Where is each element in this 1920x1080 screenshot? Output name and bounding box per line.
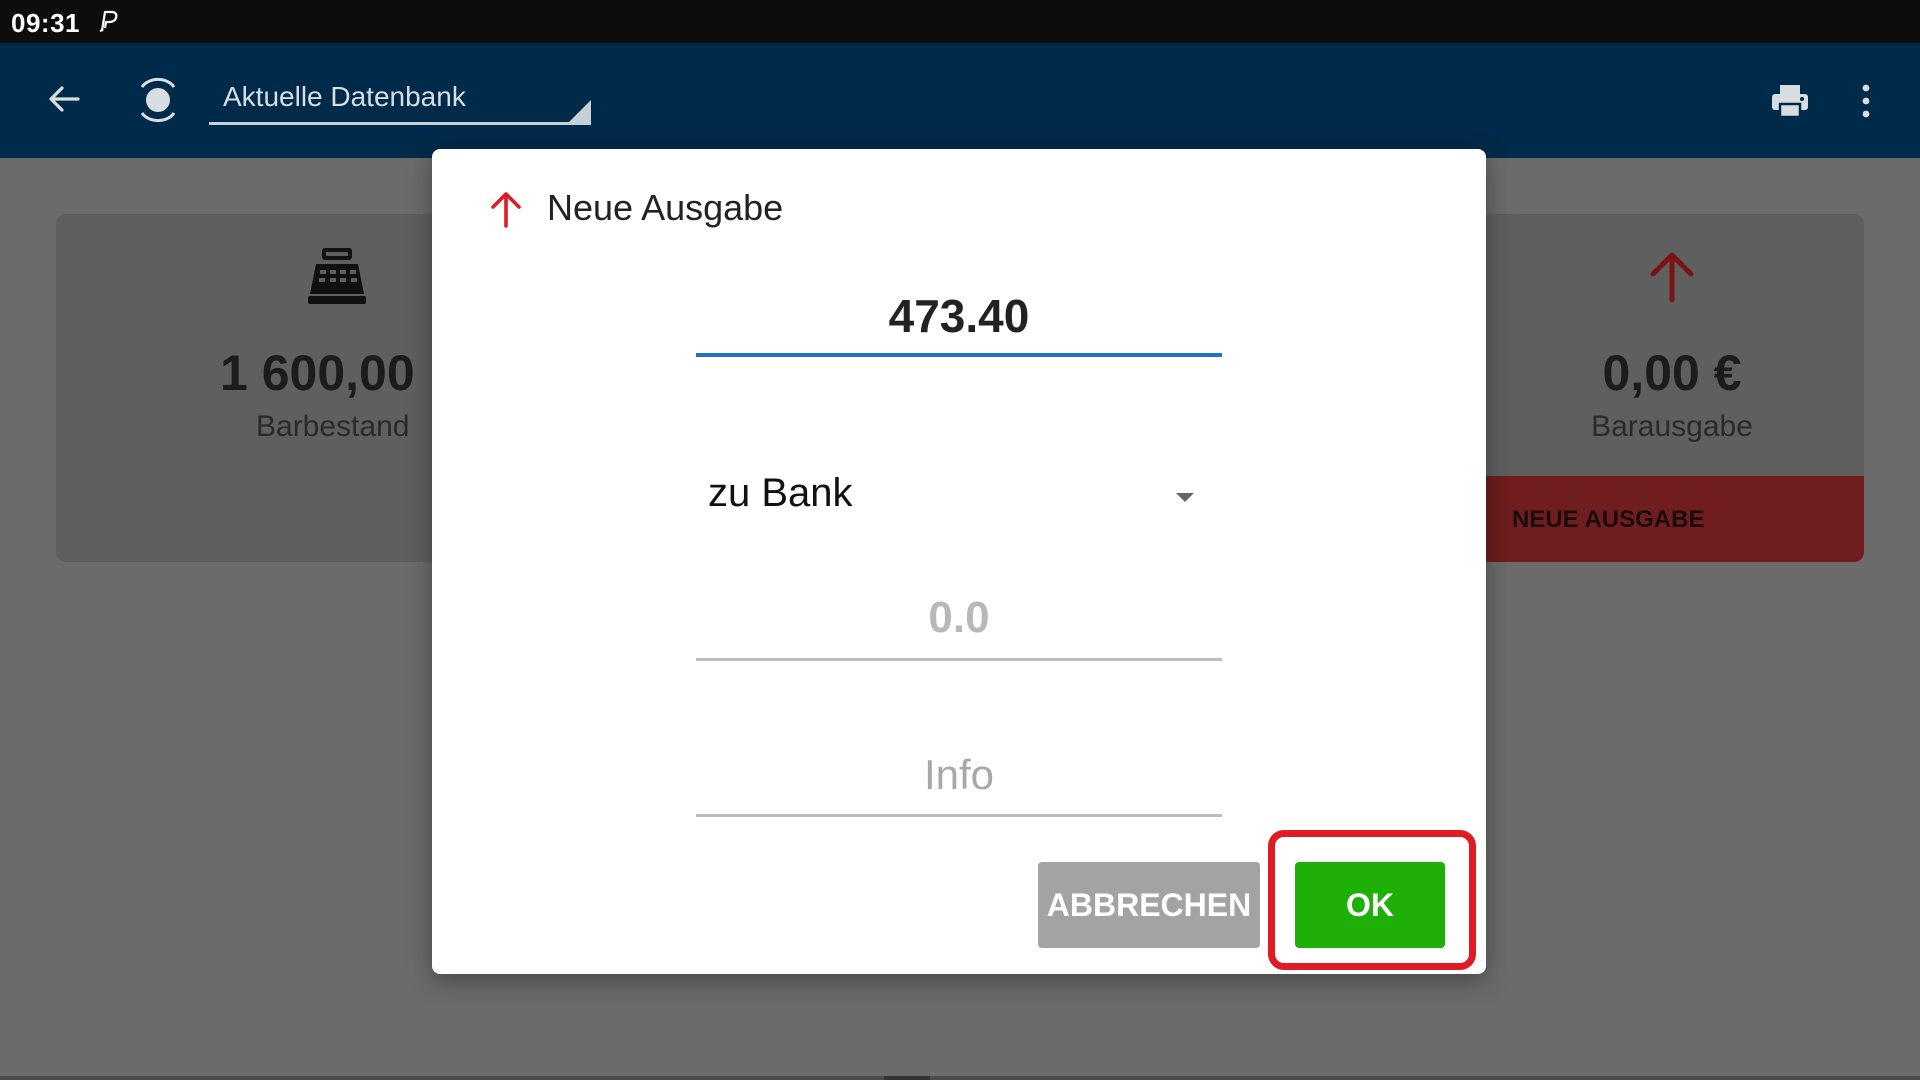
dialog-title: Neue Ausgabe <box>547 187 784 228</box>
database-select-label: Aktuelle Datenbank <box>223 81 466 112</box>
account-select[interactable]: zu Bank <box>696 441 1222 541</box>
cash-expense-amount: 0,00 € <box>1602 345 1742 401</box>
cash-expense-label: Barausgabe <box>1591 410 1753 443</box>
account-select-value: zu Bank <box>708 471 853 515</box>
new-expense-button[interactable]: NEUE AUSGABE <box>1480 476 1864 562</box>
paypal-notification-icon <box>99 10 118 33</box>
chevron-down-icon <box>1176 493 1194 502</box>
database-select[interactable]: Aktuelle Datenbank <box>209 69 591 125</box>
ok-button[interactable]: OK <box>1295 862 1445 948</box>
cash-balance-label: Barbestand <box>256 410 410 443</box>
number-input[interactable] <box>696 579 1222 657</box>
status-time: 09:31 <box>11 8 80 38</box>
number-field[interactable] <box>696 579 1222 661</box>
new-expense-dialog: Neue Ausgabe zu Bank ABBRECHEN OK <box>432 149 1486 974</box>
more-vert-icon[interactable] <box>1860 83 1872 119</box>
amount-input[interactable] <box>696 279 1222 353</box>
info-field[interactable] <box>696 737 1222 817</box>
dropdown-triangle-icon <box>569 100 591 122</box>
app-bar: Aktuelle Datenbank <box>0 43 1920 158</box>
cash-expense-card: 0,00 € Barausgabe NEUE AUSGABE <box>1480 214 1864 562</box>
navigation-bar <box>0 1076 1920 1080</box>
cash-register-icon <box>308 248 366 304</box>
arrow-back-icon[interactable] <box>44 79 84 119</box>
info-input[interactable] <box>696 737 1222 813</box>
database-icon[interactable] <box>136 71 180 129</box>
new-expense-label: NEUE AUSGABE <box>1512 506 1705 533</box>
navigation-handle[interactable] <box>884 1076 930 1080</box>
status-bar: 09:31 <box>0 0 1920 43</box>
cancel-button[interactable]: ABBRECHEN <box>1038 862 1260 948</box>
printer-icon[interactable] <box>1770 81 1810 121</box>
arrow-up-icon <box>1650 252 1694 303</box>
cash-balance-amount: 1 600,00 <box>220 345 415 401</box>
arrow-up-icon <box>491 192 521 228</box>
amount-field[interactable] <box>696 279 1222 357</box>
cash-balance-card: 1 600,00 Barbestand <box>56 214 446 562</box>
